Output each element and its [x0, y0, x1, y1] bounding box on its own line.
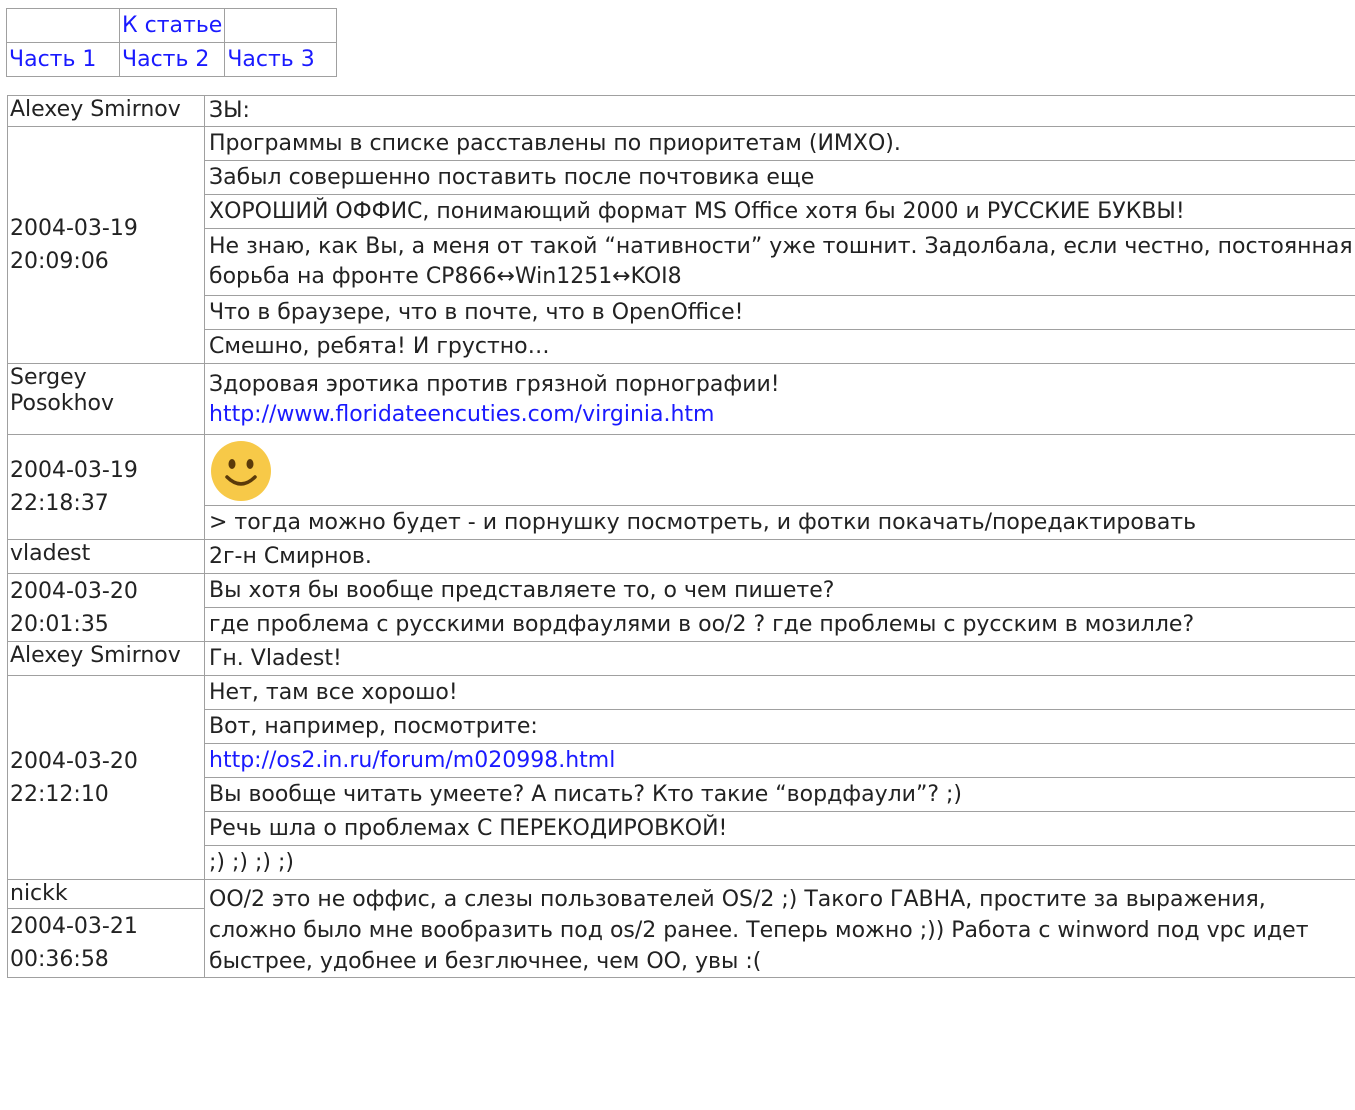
comment-date: 2004-03-19 20:09:06 — [7, 126, 205, 364]
comment-line: Вы вообще читать умеете? А писать? Кто т… — [204, 777, 1355, 812]
comment-author: nickk — [7, 879, 205, 909]
comment-author: Sergey Posokhov — [7, 363, 205, 435]
comment-line: ХОРОШИЙ ОФФИС, понимающий формат MS Offi… — [204, 194, 1355, 229]
comment-line: Смешно, ребята! И грустно… — [204, 329, 1355, 364]
comment-date: 2004-03-20 20:01:35 — [7, 573, 205, 642]
comment-line: ОО/2 это не оффис, а слезы пользователей… — [204, 879, 1355, 978]
comment-line: ;) ;) ;) ;) — [204, 845, 1355, 880]
comment-line: > тогда можно будет - и порнушку посмотр… — [204, 505, 1355, 540]
article-link[interactable]: К статье — [122, 13, 222, 38]
comment-row: Alexey Smirnov Гн. Vladest! — [7, 641, 1355, 676]
comment-line: Не знаю, как Вы, а меня от такой “нативн… — [204, 228, 1355, 296]
nav-cell-part1: Часть 1 — [6, 42, 120, 77]
comment-author: vladest — [7, 539, 205, 574]
part-3-link[interactable]: Часть 3 — [227, 47, 314, 72]
comment-row: Alexey Smirnov ЗЫ: — [7, 95, 1355, 127]
comment-line: Вот, например, посмотрите: — [204, 709, 1355, 744]
comment-line: Программы в списке расставлены по приори… — [204, 126, 1355, 161]
part-1-link[interactable]: Часть 1 — [9, 47, 96, 72]
comment-row: 2004-03-20 22:12:10 Нет, там все хорошо! — [7, 675, 1355, 880]
comments-table: Alexey Smirnov ЗЫ: 2004-03-19 20:09:06 П… — [7, 95, 1355, 979]
external-link[interactable]: http://os2.in.ru/forum/m020998.html — [209, 748, 615, 773]
nav-cell-part2: Часть 2 — [118, 42, 226, 77]
part-2-link[interactable]: Часть 2 — [122, 47, 209, 72]
nav-empty-cell — [6, 8, 120, 43]
comment-line: Вы хотя бы вообще представляете то, о че… — [204, 573, 1355, 608]
comment-line: Забыл совершенно поставить после почтови… — [204, 160, 1355, 195]
comment-author: Alexey Smirnov — [7, 95, 205, 127]
external-link[interactable]: http://www.floridateencuties.com/virgini… — [209, 402, 714, 427]
comment-date: 2004-03-19 22:18:37 — [7, 434, 205, 540]
comment-row: Sergey Posokhov Здоровая эротика против … — [7, 363, 1355, 435]
comment-line: Что в браузере, что в почте, что в OpenO… — [204, 295, 1355, 330]
smiley-face-icon — [209, 439, 273, 503]
comment-message: Здоровая эротика против грязной порногра… — [204, 363, 1355, 435]
comment-row: 2004-03-19 22:18:37 — [7, 434, 1355, 540]
comment-line: Речь шла о проблемах С ПЕРЕКОДИРОВКОЙ! — [204, 811, 1355, 846]
comment-line: Нет, там все хорошо! — [204, 675, 1355, 710]
comment-line: Здоровая эротика против грязной порногра… — [209, 372, 780, 397]
comment-date: 2004-03-20 22:12:10 — [7, 675, 205, 880]
comment-author: Alexey Smirnov — [7, 641, 205, 676]
comment-row: vladest 2г-н Смирнов. — [7, 539, 1355, 574]
comment-row: nickk ОО/2 это не оффис, а слезы пользов… — [7, 879, 1355, 978]
comment-row: 2004-03-20 20:01:35 Вы хотя бы вообще пр… — [7, 573, 1355, 642]
comment-line: 2г-н Смирнов. — [204, 539, 1355, 574]
comment-message: http://os2.in.ru/forum/m020998.html — [204, 743, 1355, 778]
comment-line: Гн. Vladest! — [204, 641, 1355, 676]
smiley-cell — [204, 434, 1355, 506]
comment-row: 2004-03-19 20:09:06 Программы в списке р… — [7, 126, 1355, 364]
comment-line: ЗЫ: — [204, 95, 1355, 127]
nav-cell-part3: Часть 3 — [224, 42, 338, 77]
comment-date: 2004-03-21 00:36:58 — [7, 907, 205, 979]
nav-cell-article: К статье — [118, 8, 226, 43]
nav-empty-cell — [224, 8, 338, 43]
part-navigation: К статье Часть 1 Часть 2 Часть 3 — [6, 8, 338, 77]
comment-line: где проблема с русскими вордфаулями в оо… — [204, 607, 1355, 642]
